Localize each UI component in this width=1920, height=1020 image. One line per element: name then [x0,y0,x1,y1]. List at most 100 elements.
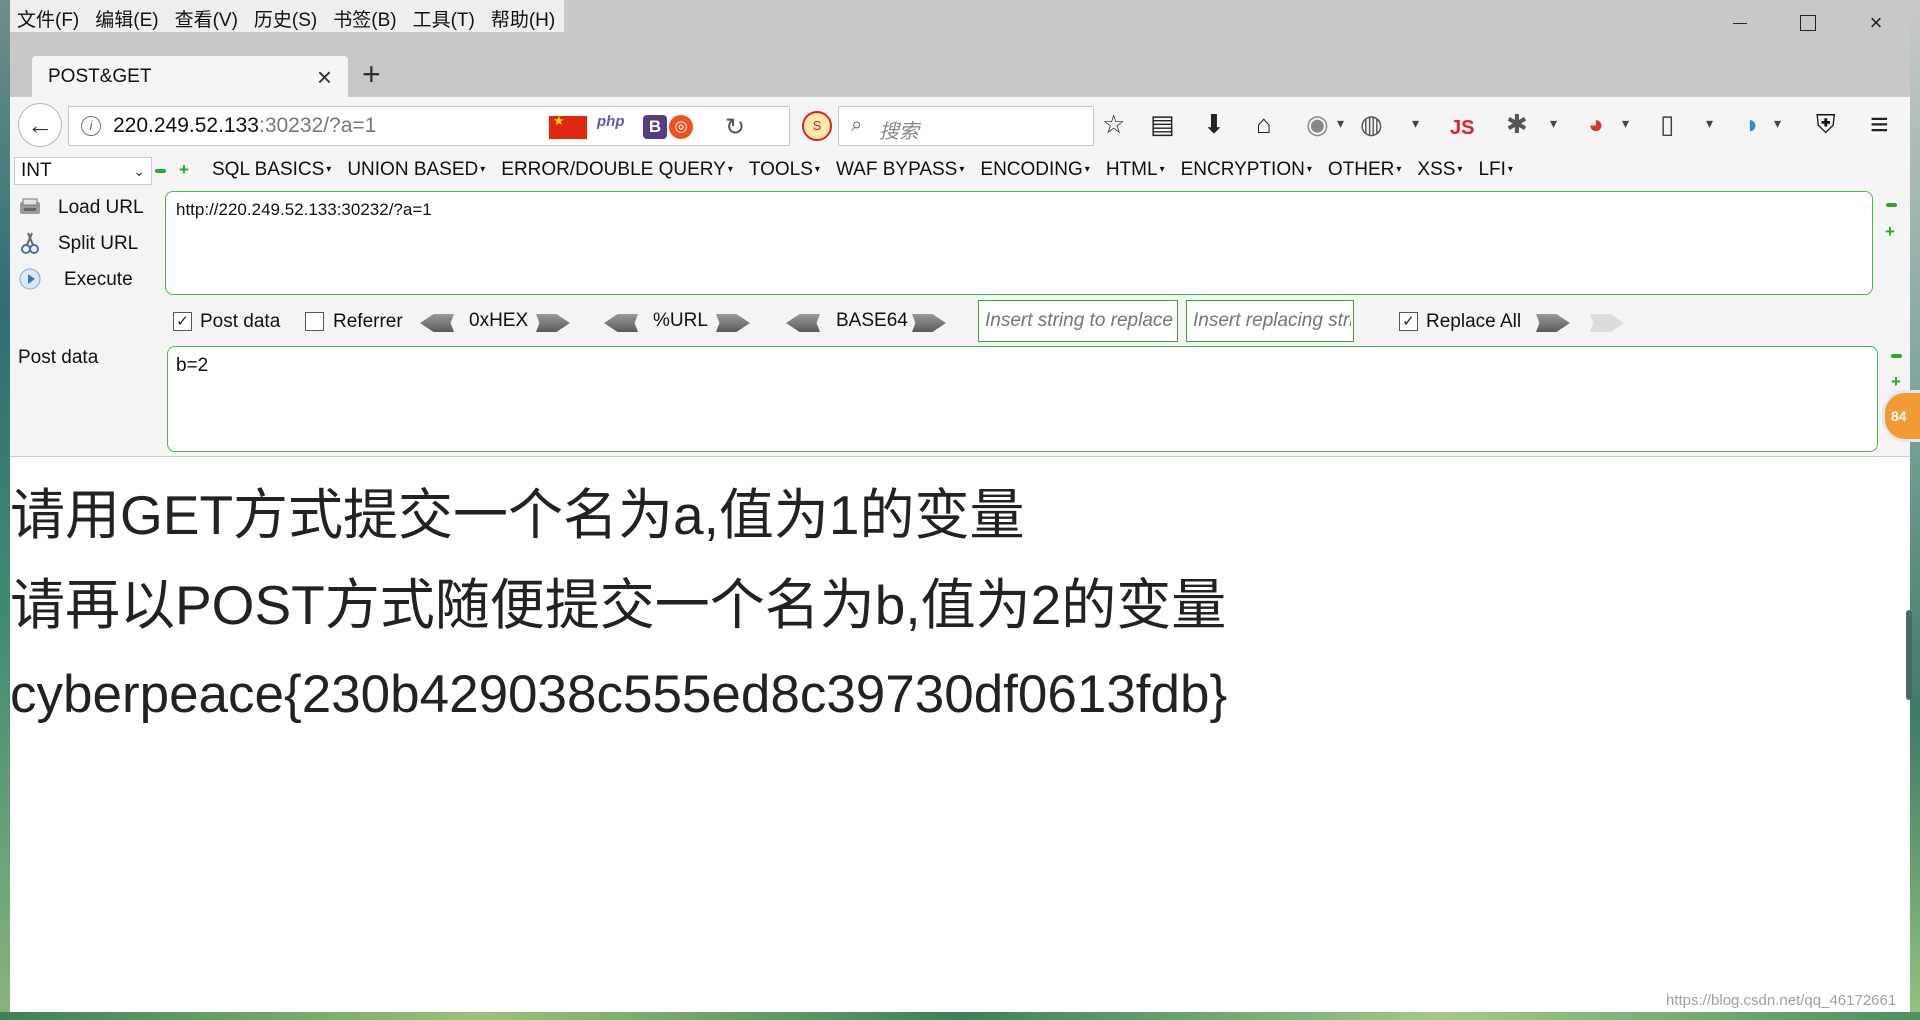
hex-label: 0xHEX [469,310,529,331]
minus-icon[interactable] [1886,203,1897,207]
chevron-down-icon[interactable]: ▾ [1622,115,1629,132]
base64-right-arrow[interactable] [912,314,946,332]
close-window-button[interactable]: × [1842,0,1910,46]
hackbar-menu-encoding[interactable]: ENCODING [980,159,1089,181]
tab-close-icon[interactable]: × [317,62,332,93]
menu-bar: 文件(F) 编辑(E) 查看(V) 历史(S) 书签(B) 工具(T) 帮助(H… [10,0,565,32]
url-encode-label: %URL [653,310,708,331]
reload-icon[interactable]: ↻ [725,113,745,142]
browser-window: 文件(F) 编辑(E) 查看(V) 历史(S) 书签(B) 工具(T) 帮助(H… [10,0,1910,1012]
menu-tools[interactable]: 工具(T) [406,0,484,32]
chevron-down-icon[interactable]: ▾ [1774,115,1781,132]
china-flag-icon[interactable] [549,113,587,139]
window-controls: × [1706,0,1910,46]
floating-badge[interactable]: 84 [1882,390,1920,442]
split-url-button[interactable]: Split URL [10,231,150,259]
chevron-down-icon[interactable]: ▾ [1337,115,1344,132]
injection-type-value: INT [21,160,52,181]
search-placeholder: 搜索 [879,121,919,143]
menu-file[interactable]: 文件(F) [10,0,88,32]
hackbar-menu-encryption[interactable]: ENCRYPTION [1181,159,1312,181]
minimize-button[interactable] [1706,0,1774,46]
tab-post-get[interactable]: POST&GET × [32,56,348,98]
shield-icon[interactable]: ⛨ [1816,109,1836,139]
globe-icon[interactable]: ◉ [1306,109,1329,139]
mask-icon[interactable]: ◕ [1588,109,1604,139]
referrer-checkbox[interactable] [305,312,324,331]
execute-label: Execute [64,269,133,290]
maximize-icon [1800,15,1816,31]
plus-icon[interactable]: + [1891,373,1901,390]
address-bar[interactable]: i 220.249.52.133:30232/?a=1 php B ◎ ↻ [68,106,790,146]
hackbar-menu-sql-basics[interactable]: SQL BASICS [212,159,331,181]
scrollbar-thumb[interactable] [1906,610,1912,700]
hex-encode-right-arrow[interactable] [536,314,570,332]
replace-string-input[interactable] [978,300,1178,342]
site-info-icon[interactable]: i [81,116,101,136]
bug-icon[interactable]: ✱ [1506,109,1528,139]
post-data-checkbox-label[interactable]: Post data [200,311,280,333]
hex-encode-left-arrow[interactable] [420,314,454,332]
replace-all-checkbox[interactable]: ✓ [1399,312,1418,331]
url-textarea[interactable]: http://220.249.52.133:30232/?a=1 [165,191,1873,295]
js-toggle-icon[interactable]: JS [1450,113,1474,143]
minus-icon[interactable] [1891,354,1902,358]
plus-icon[interactable]: + [1885,223,1895,240]
library-icon[interactable]: ▤ [1150,109,1175,139]
flag-text: cyberpeace{230b429038c555ed8c39730df0613… [10,665,1228,724]
hackbar-menu-html[interactable]: HTML [1106,159,1165,181]
devices-icon[interactable]: ▯ [1660,109,1674,139]
hackbar-menu-error-double-query[interactable]: ERROR/DOUBLE QUERY [501,159,733,181]
chevron-down-icon[interactable]: ▾ [1550,115,1557,132]
url-encode-right-arrow[interactable] [716,314,750,332]
chevron-down-icon[interactable]: ▾ [1412,115,1419,132]
chevron-down-icon[interactable]: ▾ [1706,115,1713,132]
hackbar-menu-other[interactable]: OTHER [1328,159,1402,181]
load-url-icon [20,198,40,214]
hackbar-menu-waf-bypass[interactable]: WAF BYPASS [836,159,964,181]
ubuntu-icon[interactable]: ◎ [669,115,693,139]
replace-next-arrow[interactable] [1590,314,1624,332]
menu-bookmarks[interactable]: 书签(B) [326,0,405,32]
menu-edit[interactable]: 编辑(E) [88,0,167,32]
post-data-checkbox[interactable]: ✓ [173,312,192,331]
hackbar-menu-tools[interactable]: TOOLS [749,159,820,181]
execute-button[interactable]: Execute [10,267,150,295]
base64-left-arrow[interactable] [786,314,820,332]
replacing-string-input[interactable] [1186,300,1354,342]
back-button[interactable]: ← [18,103,62,147]
desktop-wallpaper-right [1910,0,1920,1020]
bootstrap-icon[interactable]: B [643,115,667,139]
minus-icon[interactable] [155,169,166,173]
palette-icon[interactable]: ◍ [1360,109,1383,139]
php-icon[interactable]: php [597,113,625,130]
menu-view[interactable]: 查看(V) [168,0,247,32]
post-data-textarea[interactable]: b=2 [167,346,1878,452]
plus-icon[interactable]: + [179,161,189,178]
new-tab-button[interactable]: + [362,56,381,93]
url-host: 220.249.52.133 [113,114,259,137]
hackbar-menu-row: SQL BASICS UNION BASED ERROR/DOUBLE QUER… [212,159,1529,181]
url-path: :30232/?a=1 [258,114,377,137]
hackbar-menu-lfi[interactable]: LFI [1478,159,1512,181]
bookmark-star-icon[interactable]: ☆ [1102,109,1125,139]
referrer-checkbox-label[interactable]: Referrer [333,311,403,333]
download-icon[interactable]: ⬇ [1203,109,1225,139]
injection-type-select[interactable]: INT ⌄ [14,157,152,185]
home-icon[interactable]: ⌂ [1256,109,1272,139]
hamburger-menu-icon[interactable]: ≡ [1870,108,1889,140]
earth-icon[interactable]: ◑ [1742,109,1758,139]
hackbar-menu-xss[interactable]: XSS [1417,159,1462,181]
replace-all-label[interactable]: Replace All [1426,311,1521,333]
url-text[interactable]: 220.249.52.133:30232/?a=1 [113,114,376,138]
url-encode-left-arrow[interactable] [604,314,638,332]
menu-help[interactable]: 帮助(H) [484,0,564,32]
hackbar-menu-union-based[interactable]: UNION BASED [347,159,485,181]
search-bar[interactable]: ⌕ 搜索 [838,106,1094,146]
load-url-button[interactable]: Load URL [10,195,150,223]
maximize-button[interactable] [1774,0,1842,46]
replace-right-arrow[interactable] [1536,314,1570,332]
noscript-icon[interactable]: S [802,111,832,141]
instruction-get: 请用GET方式提交一个名为a,值为1的变量 [10,484,1025,546]
menu-history[interactable]: 历史(S) [247,0,326,32]
